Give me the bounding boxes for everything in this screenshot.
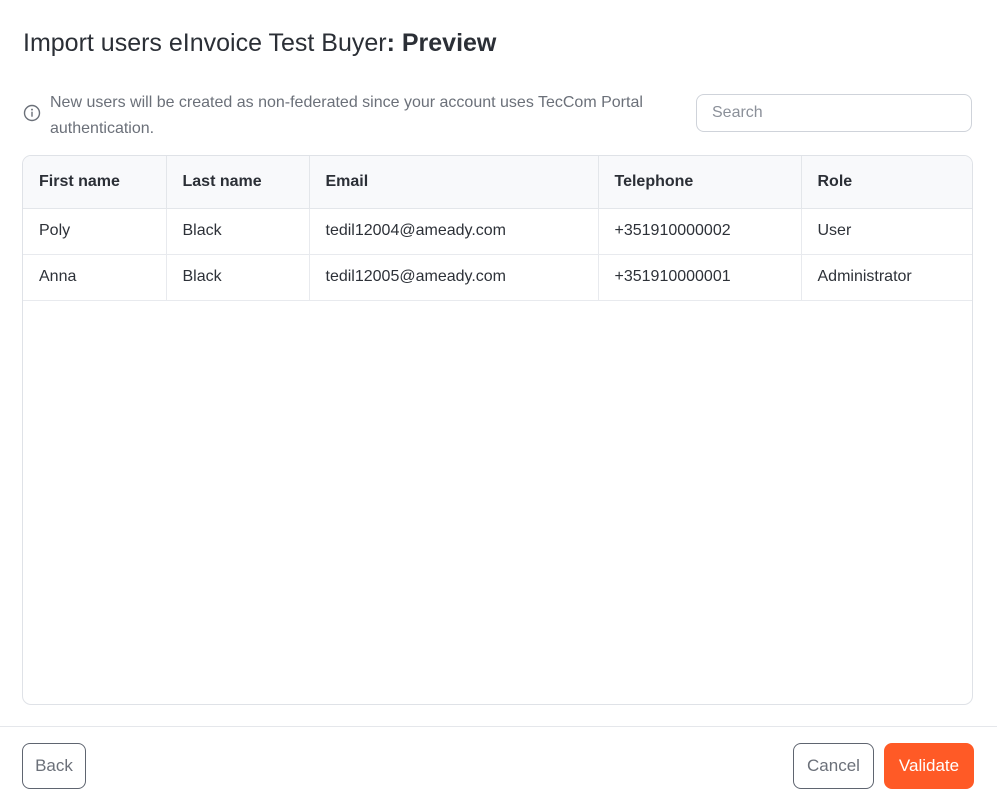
users-table-container: First name Last name Email Telephone Rol… bbox=[22, 155, 973, 705]
dialog-title-separator: : bbox=[386, 29, 395, 57]
dialog-title: Import users eInvoice Test Buyer: Previe… bbox=[23, 27, 496, 59]
cell-telephone: +351910000002 bbox=[598, 208, 802, 255]
cell-role: User bbox=[801, 208, 972, 255]
column-header-first-name[interactable]: First name bbox=[23, 156, 167, 209]
cell-last-name: Black bbox=[166, 208, 310, 255]
cell-first-name: Anna bbox=[23, 254, 167, 301]
search-input[interactable] bbox=[696, 94, 972, 132]
dialog-title-text: Import users eInvoice Test Buyer bbox=[23, 29, 387, 57]
info-message: New users will be created as non-federat… bbox=[23, 90, 663, 142]
column-header-telephone[interactable]: Telephone bbox=[598, 156, 802, 209]
back-button[interactable]: Back bbox=[22, 743, 86, 789]
footer-divider bbox=[0, 726, 997, 727]
column-header-role[interactable]: Role bbox=[801, 156, 972, 209]
validate-button[interactable]: Validate bbox=[884, 743, 974, 789]
cell-first-name: Poly bbox=[23, 208, 167, 255]
info-text: New users will be created as non-federat… bbox=[50, 94, 643, 137]
users-table: First name Last name Email Telephone Rol… bbox=[23, 156, 972, 301]
cell-email: tedil12005@ameady.com bbox=[309, 254, 599, 301]
column-header-last-name[interactable]: Last name bbox=[166, 156, 310, 209]
cell-role: Administrator bbox=[801, 254, 972, 301]
cell-telephone: +351910000001 bbox=[598, 254, 802, 301]
table-row: Anna Black tedil12005@ameady.com +351910… bbox=[23, 254, 972, 301]
table-row: Poly Black tedil12004@ameady.com +351910… bbox=[23, 208, 972, 255]
cancel-button[interactable]: Cancel bbox=[793, 743, 874, 789]
import-users-dialog: Import users eInvoice Test Buyer: Previe… bbox=[0, 0, 997, 797]
dialog-subtitle: Preview bbox=[401, 29, 497, 57]
table-header-row: First name Last name Email Telephone Rol… bbox=[23, 156, 972, 209]
column-header-email[interactable]: Email bbox=[309, 156, 599, 209]
cell-last-name: Black bbox=[166, 254, 310, 301]
info-circle-icon bbox=[23, 104, 41, 122]
cell-email: tedil12004@ameady.com bbox=[309, 208, 599, 255]
